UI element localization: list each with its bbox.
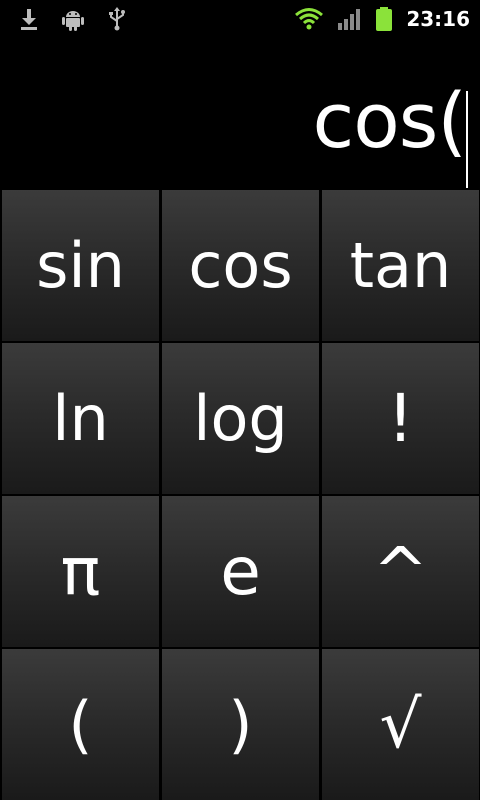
expression-text[interactable]: cos( (312, 78, 467, 164)
wifi-icon (295, 8, 324, 30)
right-paren-label: ) (228, 687, 253, 761)
cos-button[interactable]: cos (160, 188, 320, 341)
system-indicators: 23:16 (294, 5, 470, 33)
log-button[interactable]: log (160, 341, 320, 494)
calculator-display[interactable]: cos( (0, 38, 480, 212)
pi-button[interactable]: π (0, 494, 160, 647)
sqrt-button[interactable]: √ (320, 647, 480, 800)
signal-icon (338, 9, 361, 30)
tan-button[interactable]: tan (320, 188, 480, 341)
android-debug-icon (62, 11, 84, 31)
ln-button[interactable]: ln (0, 341, 160, 494)
notification-icons (16, 6, 130, 32)
advanced-keypad: sin cos tan ln log ! π e ^ ( ) √ (0, 188, 480, 800)
sin-label: sin (36, 228, 125, 302)
usb-icon (109, 7, 125, 31)
log-label: log (193, 381, 288, 455)
power-button[interactable]: ^ (320, 494, 480, 647)
download-icon (21, 9, 37, 30)
status-bar: 23:16 (0, 0, 480, 38)
cos-label: cos (188, 228, 293, 302)
right-paren-button[interactable]: ) (160, 647, 320, 800)
pi-label: π (60, 532, 101, 610)
factorial-label: ! (387, 379, 414, 457)
sqrt-label: √ (379, 685, 422, 763)
battery-icon (376, 7, 393, 31)
e-label: e (220, 532, 261, 610)
left-paren-button[interactable]: ( (0, 647, 160, 800)
factorial-button[interactable]: ! (320, 341, 480, 494)
status-time: 23:16 (406, 7, 470, 31)
tan-label: tan (349, 228, 452, 302)
power-label: ^ (372, 532, 429, 610)
e-button[interactable]: e (160, 494, 320, 647)
sin-button[interactable]: sin (0, 188, 160, 341)
left-paren-label: ( (68, 687, 93, 761)
ln-label: ln (52, 381, 109, 455)
